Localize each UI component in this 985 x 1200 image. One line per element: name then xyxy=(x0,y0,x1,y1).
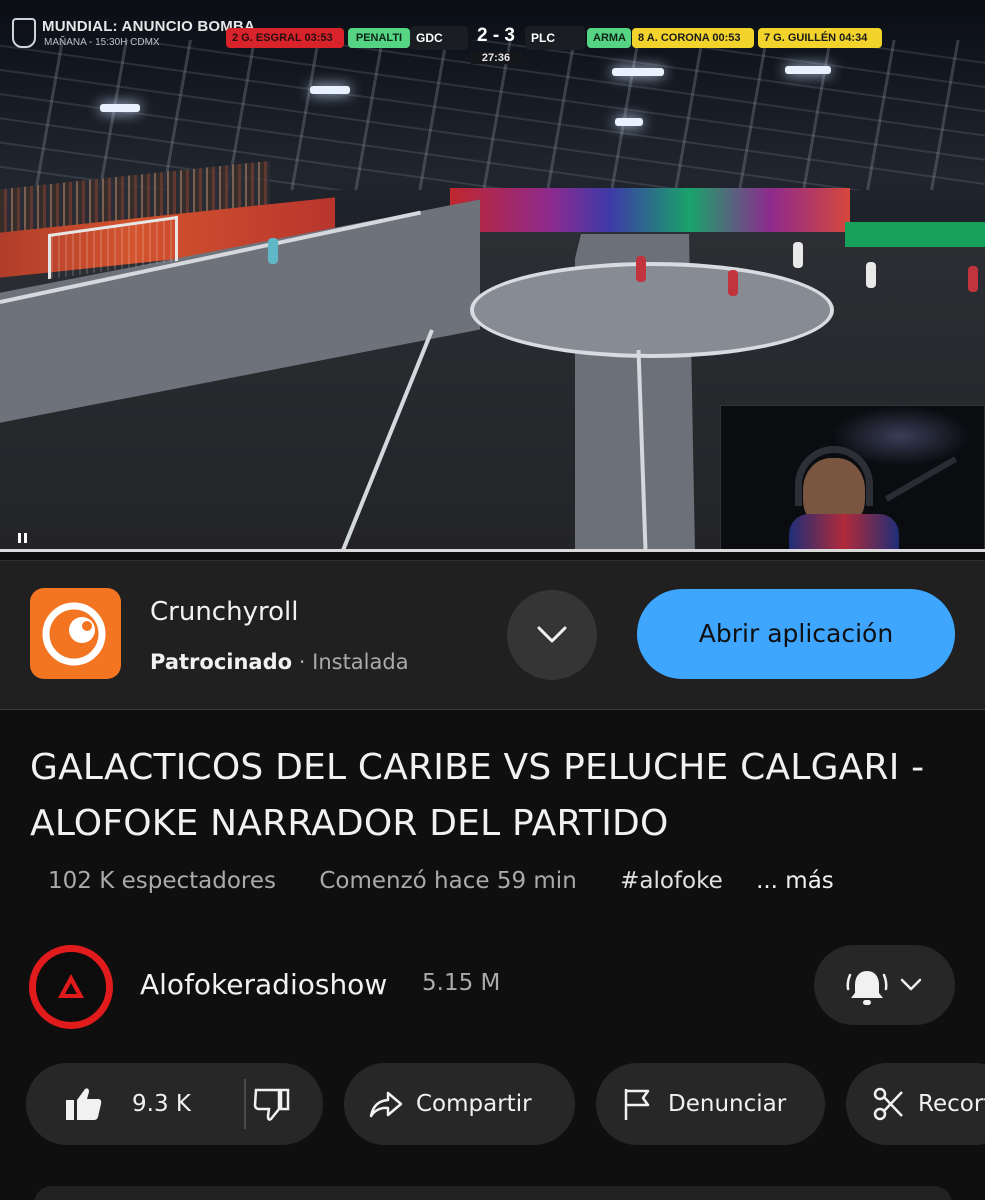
pause-icon[interactable] xyxy=(18,533,28,543)
sponsored-label: Patrocinado xyxy=(150,650,293,674)
notification-bell-button[interactable] xyxy=(814,945,955,1025)
bell-ringing-icon xyxy=(846,971,888,1005)
report-button[interactable]: Denunciar xyxy=(596,1063,825,1145)
like-dislike-group[interactable]: 9.3 K xyxy=(26,1063,323,1145)
channel-name[interactable]: Alofokeradioshow xyxy=(140,968,387,1001)
player-figure xyxy=(968,266,978,292)
open-app-button[interactable]: Abrir aplicación xyxy=(637,589,955,679)
center-circle xyxy=(470,262,834,358)
penalty-label: PENALTI xyxy=(348,28,410,48)
ad-app-name[interactable]: Crunchyroll xyxy=(150,597,298,627)
player-figure xyxy=(728,270,738,296)
live-progress-bar[interactable] xyxy=(0,549,985,552)
video-title[interactable]: GALACTICOS DEL CARIBE VS PELUCHE CALGARI… xyxy=(30,740,970,852)
roof-light xyxy=(100,104,140,112)
league-logo-icon xyxy=(12,18,36,48)
more-link[interactable]: ... más xyxy=(756,868,834,894)
subscriber-count: 5.15 M xyxy=(422,970,501,996)
penalty-timer-right-2: 7 G. GUILLÉN 04:34 xyxy=(758,28,882,48)
crunchyroll-logo-icon[interactable] xyxy=(30,588,121,679)
meta-separator: · xyxy=(298,650,306,674)
hashtag-link[interactable]: #alofoke xyxy=(620,868,723,894)
ad-board xyxy=(845,222,985,247)
clip-label: Recortar xyxy=(918,1091,985,1117)
chevron-down-icon xyxy=(900,978,922,991)
comments-panel-peek[interactable] xyxy=(34,1186,952,1200)
channel-avatar[interactable] xyxy=(29,945,113,1029)
video-meta-row[interactable]: 102 K espectadores Comenzó hace 59 min #… xyxy=(48,868,834,894)
away-team: PLC xyxy=(525,26,585,50)
player-figure xyxy=(268,238,278,264)
clip-button[interactable]: Recortar xyxy=(846,1063,985,1145)
like-count[interactable]: 9.3 K xyxy=(132,1063,191,1145)
share-label: Compartir xyxy=(416,1091,532,1117)
roof-light xyxy=(310,86,350,94)
match-score: 2 - 3 xyxy=(476,25,516,46)
arena-banner xyxy=(450,188,850,236)
chevron-down-icon xyxy=(537,626,567,643)
sponsored-ad-card[interactable]: Crunchyroll Patrocinado · Instalada Abri… xyxy=(0,560,985,710)
promo-title: MUNDIAL: ANUNCIO BOMBA xyxy=(42,18,255,35)
player-figure xyxy=(793,242,803,268)
expand-ad-button[interactable] xyxy=(507,590,597,680)
promo-subtitle: MAÑANA - 15:30H CDMX xyxy=(44,37,160,48)
match-clock: 27:36 xyxy=(470,52,522,64)
divider xyxy=(244,1079,246,1129)
share-arrow-icon xyxy=(369,1091,403,1118)
viewer-count: 102 K espectadores xyxy=(48,868,277,894)
player-figure xyxy=(866,262,876,288)
thumbs-down-icon[interactable] xyxy=(252,1086,292,1122)
scoreboard-overlay: MUNDIAL: ANUNCIO BOMBA MAÑANA - 15:30H C… xyxy=(0,10,985,70)
share-button[interactable]: Compartir xyxy=(344,1063,575,1145)
channel-logo-icon xyxy=(58,974,84,998)
scissors-icon xyxy=(873,1087,903,1121)
player-figure xyxy=(636,256,646,282)
streamer-webcam xyxy=(720,405,985,552)
weapon-label: ARMA xyxy=(587,28,631,48)
penalty-timer-right-1: 8 A. CORONA 00:53 xyxy=(632,28,754,48)
penalty-timer-left: 2 G. ESGRAL 03:53 xyxy=(226,28,344,48)
thumbs-up-icon[interactable] xyxy=(64,1086,104,1122)
flag-icon xyxy=(624,1089,650,1120)
started-time: Comenzó hace 59 min xyxy=(319,868,577,894)
report-label: Denunciar xyxy=(668,1091,787,1117)
home-team: GDC xyxy=(410,26,468,50)
roof-light xyxy=(615,118,643,126)
streamer-shirt xyxy=(789,514,899,551)
install-status: Instalada xyxy=(312,650,409,674)
ad-meta: Patrocinado · Instalada xyxy=(150,650,409,674)
video-player[interactable]: MUNDIAL: ANUNCIO BOMBA MAÑANA - 15:30H C… xyxy=(0,0,985,552)
